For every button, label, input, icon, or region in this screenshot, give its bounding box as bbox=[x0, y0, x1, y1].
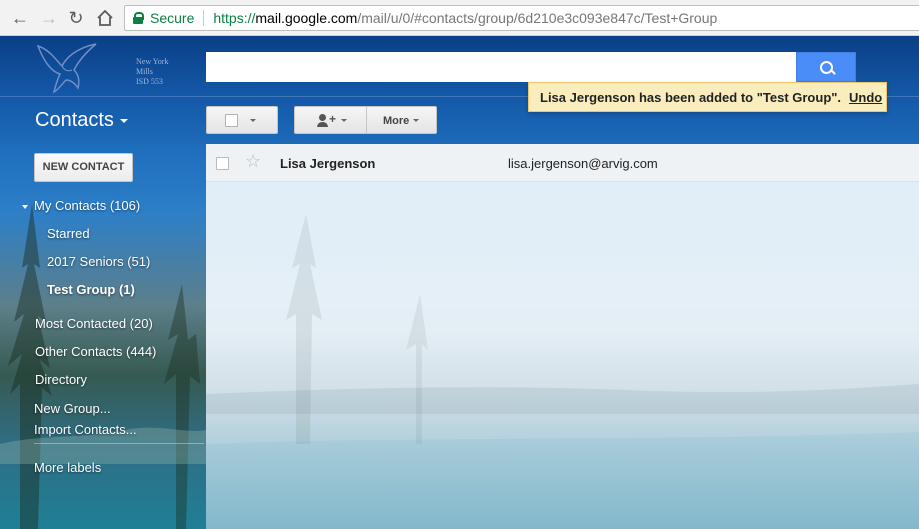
undo-link[interactable]: Undo bbox=[849, 90, 882, 105]
chevron-down-icon bbox=[413, 119, 419, 122]
secure-label: Secure bbox=[150, 10, 195, 26]
search-icon-handle bbox=[830, 69, 836, 75]
reload-icon[interactable]: ↻ bbox=[66, 8, 86, 28]
chevron-down-icon bbox=[22, 204, 28, 209]
url-host: mail.google.com bbox=[255, 10, 358, 26]
table-row[interactable]: ☆ Lisa Jergenson lisa.jergenson@arvig.co… bbox=[206, 144, 919, 182]
lock-icon bbox=[133, 12, 144, 24]
add-person-icon: + bbox=[317, 112, 337, 128]
browser-toolbar: ← → ↻ Secure https://mail.google.com/mai… bbox=[0, 0, 919, 36]
address-separator bbox=[203, 10, 205, 26]
sidebar-item-starred[interactable]: Starred bbox=[47, 226, 90, 241]
app-header: New York Mills ISD 553 Contacts + More L… bbox=[0, 36, 919, 144]
contacts-menu[interactable]: Contacts bbox=[35, 109, 128, 132]
home-icon[interactable] bbox=[95, 8, 115, 28]
url-scheme: https:// bbox=[213, 10, 256, 26]
eagle-logo-icon bbox=[36, 43, 97, 94]
address-bar[interactable]: Secure https://mail.google.com/mail/u/0/… bbox=[124, 5, 919, 31]
contact-name: Lisa Jergenson bbox=[280, 156, 376, 171]
sidebar-item-my-contacts[interactable]: My Contacts (106) bbox=[22, 198, 140, 213]
logo-text-line2: ISD 553 bbox=[136, 77, 163, 86]
select-checkbox-button[interactable] bbox=[206, 106, 278, 134]
school-logo[interactable]: New York Mills ISD 553 bbox=[32, 40, 182, 94]
forward-icon[interactable]: → bbox=[39, 8, 59, 28]
logo-text: New York Mills ISD 553 bbox=[136, 57, 182, 87]
search-button[interactable] bbox=[796, 52, 856, 82]
import-contacts-link[interactable]: Import Contacts... bbox=[34, 422, 137, 437]
sidebar-divider bbox=[34, 443, 204, 444]
sidebar-item-directory[interactable]: Directory bbox=[35, 372, 87, 387]
chevron-down-icon bbox=[119, 118, 128, 123]
app-title: Contacts bbox=[35, 109, 114, 131]
sidebar: NEW CONTACT My Contacts (106) Starred 20… bbox=[0, 144, 206, 529]
chevron-down-icon bbox=[250, 119, 256, 122]
star-icon[interactable]: ☆ bbox=[245, 151, 261, 172]
row-checkbox[interactable] bbox=[216, 157, 229, 170]
add-to-group-button[interactable]: + bbox=[294, 106, 366, 134]
toast-message: Lisa Jergenson has been added to "Test G… bbox=[540, 89, 842, 105]
chevron-down-icon bbox=[341, 119, 347, 122]
sidebar-item-other-contacts[interactable]: Other Contacts (444) bbox=[35, 344, 156, 359]
lake-background bbox=[206, 214, 919, 529]
new-contact-button[interactable]: NEW CONTACT bbox=[34, 153, 133, 182]
logo-text-line1: New York Mills bbox=[136, 57, 169, 76]
contact-list: ☆ Lisa Jergenson lisa.jergenson@arvig.co… bbox=[206, 144, 919, 529]
new-group-link[interactable]: New Group... bbox=[34, 401, 111, 416]
more-button-label: More bbox=[383, 115, 410, 127]
gmail-contacts-app: New York Mills ISD 553 Contacts + More L… bbox=[0, 36, 919, 529]
sidebar-item-2017-seniors[interactable]: 2017 Seniors (51) bbox=[47, 254, 150, 269]
sidebar-item-label: My Contacts (106) bbox=[34, 198, 141, 213]
more-button[interactable]: More bbox=[366, 106, 437, 134]
checkbox-icon bbox=[225, 114, 238, 127]
back-icon[interactable]: ← bbox=[10, 8, 30, 28]
more-labels-link[interactable]: More labels bbox=[34, 460, 101, 475]
sidebar-item-most-contacted[interactable]: Most Contacted (20) bbox=[35, 316, 153, 331]
search-input[interactable] bbox=[206, 52, 796, 82]
contact-email: lisa.jergenson@arvig.com bbox=[508, 156, 658, 171]
sidebar-item-test-group[interactable]: Test Group (1) bbox=[47, 282, 135, 297]
url-path: /mail/u/0/#contacts/group/6d210e3c093e84… bbox=[357, 10, 718, 26]
notification-toast: Lisa Jergenson has been added to "Test G… bbox=[528, 82, 887, 112]
